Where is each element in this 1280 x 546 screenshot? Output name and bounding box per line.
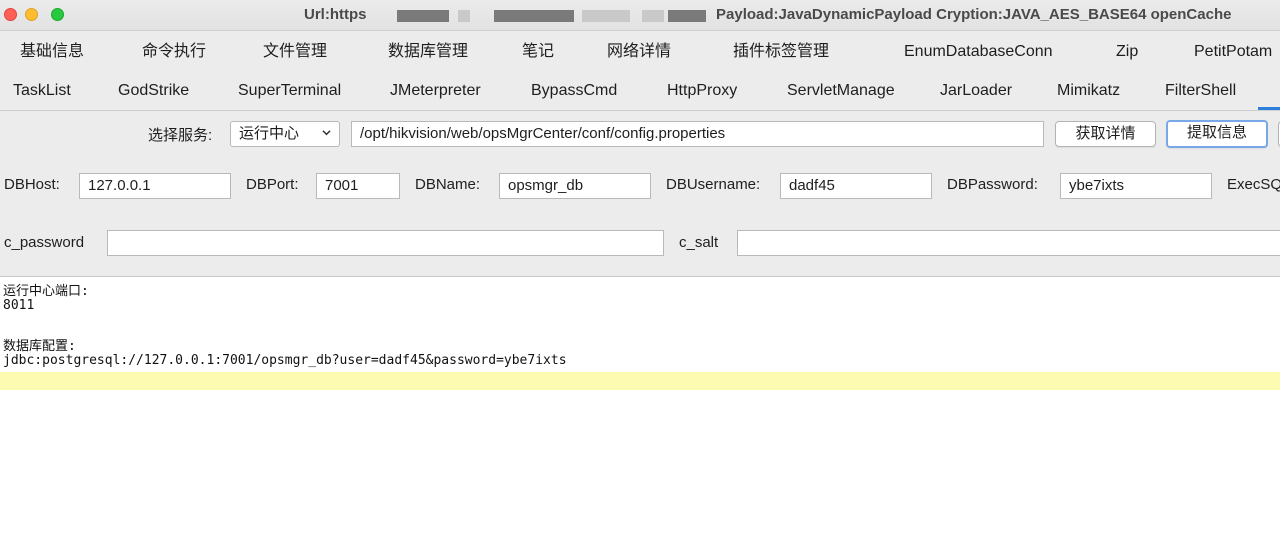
- redaction-block: [642, 10, 664, 22]
- window-title-url: Url:https: [304, 6, 367, 23]
- tab-enum-database-conn[interactable]: EnumDatabaseConn: [904, 33, 1053, 71]
- dbname-label: DBName:: [415, 176, 481, 193]
- dbusername-input[interactable]: dadf45: [780, 173, 932, 199]
- tab-divider: [0, 110, 1280, 111]
- dbport-label: DBPort:: [246, 176, 299, 193]
- redaction-block: [494, 10, 574, 22]
- tab-petitpotam[interactable]: PetitPotam: [1194, 33, 1272, 71]
- output-line: 8011: [3, 298, 35, 313]
- output-line: jdbc:postgresql://127.0.0.1:7001/opsmgr_…: [3, 353, 567, 368]
- redaction-block: [582, 10, 630, 22]
- tab-tasklist[interactable]: TaskList: [13, 72, 71, 110]
- title-bar: Url:https Payload:JavaDynamicPayload Cry…: [0, 0, 1280, 31]
- tab-row-secondary: TaskList GodStrike SuperTerminal JMeterp…: [0, 72, 1280, 110]
- tab-servletmanage[interactable]: ServletManage: [787, 72, 895, 110]
- c-password-input[interactable]: [107, 230, 664, 256]
- tab-jmeterpreter[interactable]: JMeterpreter: [390, 72, 481, 110]
- tab-row-primary: 基础信息 命令执行 文件管理 数据库管理 笔记 网络详情 插件标签管理 Enum…: [0, 33, 1280, 71]
- c-salt-label: c_salt: [679, 234, 719, 251]
- tab-file-manager[interactable]: 文件管理: [263, 33, 327, 71]
- output-line: 运行中心端口:: [3, 284, 89, 299]
- extract-info-button[interactable]: 提取信息: [1166, 120, 1268, 148]
- dbhost-input[interactable]: 127.0.0.1: [79, 173, 231, 199]
- execsql-label: ExecSQ: [1227, 176, 1280, 193]
- tab-godstrike[interactable]: GodStrike: [118, 72, 189, 110]
- service-select[interactable]: 运行中心: [230, 121, 340, 147]
- close-window-button[interactable]: [4, 8, 17, 21]
- redaction-block: [458, 10, 470, 22]
- tab-plugin-tag-manager[interactable]: 插件标签管理: [733, 33, 829, 71]
- tab-superterminal[interactable]: SuperTerminal: [238, 72, 341, 110]
- tab-notes[interactable]: 笔记: [522, 33, 554, 71]
- tab-httpproxy[interactable]: HttpProxy: [667, 72, 737, 110]
- zoom-window-button[interactable]: [51, 8, 64, 21]
- tab-basic-info[interactable]: 基础信息: [20, 33, 84, 71]
- tab-filtershell[interactable]: FilterShell: [1165, 72, 1236, 110]
- tab-network-details[interactable]: 网络详情: [607, 33, 671, 71]
- tab-database-manager[interactable]: 数据库管理: [388, 33, 468, 71]
- dbport-input[interactable]: 7001: [316, 173, 400, 199]
- redaction-block: [668, 10, 706, 22]
- service-select-value: 运行中心: [239, 125, 300, 142]
- output-line: 数据库配置:: [3, 339, 76, 354]
- dbhost-label: DBHost:: [4, 176, 60, 193]
- get-details-button[interactable]: 获取详情: [1055, 121, 1156, 147]
- dbname-input[interactable]: opsmgr_db: [499, 173, 651, 199]
- dbpassword-input[interactable]: ybe7ixts: [1060, 173, 1212, 199]
- config-path-input[interactable]: /opt/hikvision/web/opsMgrCenter/conf/con…: [351, 121, 1044, 147]
- output-textarea[interactable]: 运行中心端口: 8011 数据库配置: jdbc:postgresql://12…: [0, 276, 1280, 546]
- tab-zip[interactable]: Zip: [1116, 33, 1138, 71]
- window-title-payload: Payload:JavaDynamicPayload Cryption:JAVA…: [716, 6, 1232, 23]
- tab-jarloader[interactable]: JarLoader: [940, 72, 1012, 110]
- dbpassword-label: DBPassword:: [947, 176, 1038, 193]
- service-label: 选择服务:: [148, 127, 213, 144]
- c-password-label: c_password: [4, 234, 85, 251]
- tab-command-exec[interactable]: 命令执行: [142, 33, 206, 71]
- redaction-block: [397, 10, 449, 22]
- chevron-down-icon: [322, 130, 331, 136]
- dbusername-label: DBUsername:: [666, 176, 761, 193]
- tab-mimikatz[interactable]: Mimikatz: [1057, 72, 1120, 110]
- minimize-window-button[interactable]: [25, 8, 38, 21]
- tab-bypasscmd[interactable]: BypassCmd: [531, 72, 617, 110]
- c-salt-input[interactable]: [737, 230, 1280, 256]
- current-line-highlight: [0, 372, 1280, 390]
